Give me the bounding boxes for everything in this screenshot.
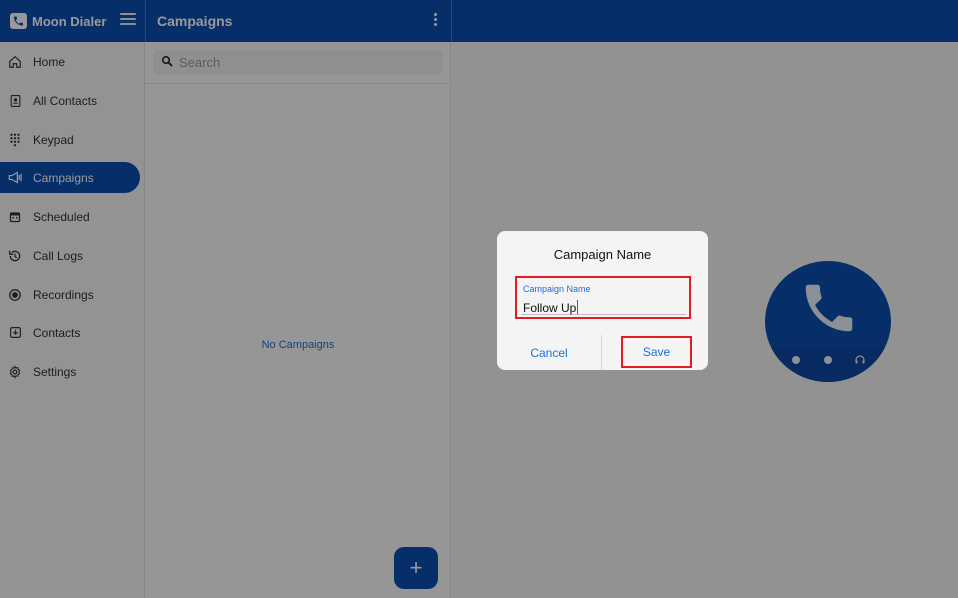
divider — [601, 335, 602, 370]
text-caret — [577, 300, 579, 314]
campaign-name-dialog: Campaign Name Campaign Name Follow Up Ca… — [497, 231, 708, 370]
field-value-wrapper: Follow Up — [523, 300, 579, 315]
dialog-title: Campaign Name — [553, 247, 652, 262]
cancel-button[interactable]: Cancel — [513, 340, 585, 366]
field-label: Campaign Name — [523, 284, 591, 294]
save-button[interactable]: Save — [621, 336, 692, 368]
campaign-name-input[interactable]: Campaign Name Follow Up — [521, 279, 686, 315]
campaign-name-field[interactable]: Campaign Name Follow Up — [515, 276, 691, 319]
field-value: Follow Up — [523, 301, 577, 315]
modal-overlay[interactable] — [0, 0, 958, 598]
